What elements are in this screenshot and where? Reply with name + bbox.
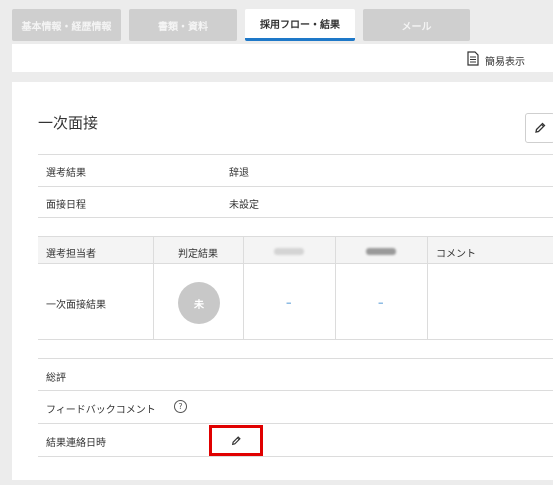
tab-recruitment-flow[interactable]: 採用フロー・結果 [245,9,355,41]
redacted-evaluator-name-2 [366,248,396,255]
tab-basic-info[interactable]: 基本情報・経歴情報 [12,9,121,41]
summary-label: 総評 [46,373,66,384]
divider [38,358,553,359]
result-contact-date-label: 結果連絡日時 [46,438,106,449]
column-divider [335,236,336,340]
column-divider [427,236,428,340]
pencil-icon [231,431,242,450]
selection-result-value: 辞退 [229,168,249,179]
interview-date-value: 未設定 [229,200,259,211]
edit-section-button[interactable] [525,113,553,143]
column-divider [243,236,244,340]
selection-result-label: 選考結果 [46,168,86,179]
divider [38,456,553,457]
interview-date-label: 面接日程 [46,200,86,211]
header-evaluator: 選考担当者 [46,249,96,260]
pencil-icon [534,119,547,138]
evaluator1-result[interactable]: – [286,296,292,309]
header-judgment: 判定結果 [178,249,218,260]
section-title: 一次面接 [38,114,99,132]
simple-view-label: 簡易表示 [485,56,525,68]
view-toolbar: 簡易表示 [12,44,553,72]
divider [38,339,553,340]
divider [38,154,553,155]
column-divider [153,236,154,340]
judgment-status-badge: 未 [178,282,220,324]
feedback-comment-label: フィードバックコメント [46,405,156,416]
row-label: 一次面接結果 [46,300,106,311]
divider [38,423,553,424]
tab-mail[interactable]: メール [363,9,470,41]
redacted-evaluator-name-1 [274,248,304,255]
result-contact-edit-button[interactable] [209,425,263,456]
simple-view-button[interactable]: 簡易表示 [467,51,525,69]
help-circle-icon[interactable]: ? [174,400,187,413]
interview-section-card: 一次面接 選考結果 辞退 面接日程 未設定 選考担当者 判定結果 コメント 一次… [12,82,553,480]
evaluator2-result[interactable]: – [378,296,384,309]
divider [38,217,553,218]
header-comment: コメント [436,249,476,260]
divider [38,390,553,391]
divider [38,186,553,187]
document-icon [467,51,479,69]
tab-documents[interactable]: 書類・資料 [129,9,237,41]
